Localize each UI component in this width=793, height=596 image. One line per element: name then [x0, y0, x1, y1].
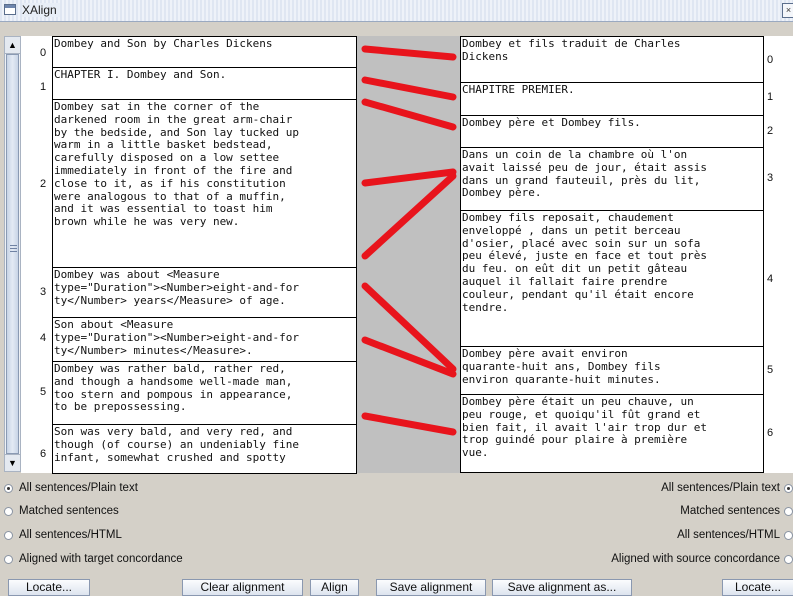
alignment-link-0-0[interactable] [361, 45, 457, 61]
locate-source-button[interactable]: Locate... [8, 579, 90, 596]
target-sentence-6[interactable]: Dombey père était un peu chauve, un peu … [460, 394, 764, 473]
source-index: 4 [40, 332, 47, 344]
target-index: 3 [767, 172, 774, 184]
radio-selected-icon[interactable] [4, 483, 13, 493]
source-index: 0 [40, 47, 47, 59]
scroll-down-icon[interactable]: ▼ [5, 454, 20, 471]
target-index: 6 [767, 427, 774, 439]
source-index: 6 [40, 448, 47, 460]
target-option-all-html[interactable]: All sentences/HTML [677, 529, 793, 541]
alignment-link-2-4[interactable] [361, 172, 457, 260]
source-sentence-6[interactable]: Son was very bald, and very red, and tho… [52, 424, 357, 474]
save-alignment-button[interactable]: Save alignment [376, 579, 486, 596]
target-option-matched[interactable]: Matched sentences [680, 505, 793, 517]
source-sentence-5[interactable]: Dombey was rather bald, rather red, and … [52, 361, 357, 425]
target-index: 1 [767, 91, 774, 103]
alignment-link-5-6[interactable] [361, 412, 457, 436]
radio-icon[interactable] [784, 506, 793, 516]
source-option-all-plain[interactable]: All sentences/Plain text [4, 482, 138, 494]
source-index: 3 [40, 286, 47, 298]
source-index: 2 [40, 178, 47, 190]
alignment-link-area[interactable] [357, 36, 460, 473]
target-text-pane: Dombey et fils traduit de Charles Dicken… [460, 36, 764, 473]
target-sentence-1[interactable]: CHAPITRE PREMIER. [460, 82, 764, 116]
source-sentence-0[interactable]: Dombey and Son by Charles Dickens [52, 36, 357, 68]
source-index: 1 [40, 81, 47, 93]
alignment-links [361, 45, 457, 436]
source-index: 5 [40, 386, 47, 398]
close-window-icon[interactable]: × [782, 3, 793, 18]
vertical-scrollbar[interactable]: ▲ ▼ [4, 36, 21, 472]
radio-icon[interactable] [784, 554, 793, 564]
radio-selected-icon[interactable] [784, 483, 793, 493]
radio-icon[interactable] [4, 554, 13, 564]
scroll-thumb[interactable] [6, 54, 19, 454]
window-app-icon [4, 4, 16, 15]
radio-icon[interactable] [4, 530, 13, 540]
clear-alignment-button[interactable]: Clear alignment [182, 579, 303, 596]
alignment-link-1-1[interactable] [361, 76, 457, 101]
window-title: XAlign [22, 3, 60, 17]
scroll-grip-icon [10, 245, 17, 252]
target-index: 4 [767, 273, 774, 285]
alignment-link-1-2[interactable] [361, 98, 457, 131]
alignment-link-2-3[interactable] [361, 168, 457, 187]
source-option-aligned-concordance[interactable]: Aligned with target concordance [4, 553, 183, 565]
source-option-matched[interactable]: Matched sentences [4, 505, 119, 517]
radio-icon[interactable] [4, 506, 13, 516]
locate-target-button[interactable]: Locate... [722, 579, 793, 596]
target-sentence-2[interactable]: Dombey père et Dombey fils. [460, 115, 764, 148]
source-option-all-html[interactable]: All sentences/HTML [4, 529, 122, 541]
target-sentence-0[interactable]: Dombey et fils traduit de Charles Dicken… [460, 36, 764, 83]
source-number-gutter: 0 1 2 3 4 5 6 [21, 36, 53, 473]
target-index: 5 [767, 364, 774, 376]
source-sentence-3[interactable]: Dombey was about <Measure type="Duration… [52, 267, 357, 318]
source-text-pane: Dombey and Son by Charles Dickens CHAPTE… [52, 36, 357, 474]
radio-icon[interactable] [784, 530, 793, 540]
target-sentence-4[interactable]: Dombey fils reposait, chaudement envelop… [460, 210, 764, 347]
save-alignment-as-button[interactable]: Save alignment as... [492, 579, 632, 596]
target-sentence-3[interactable]: Dans un coin de la chambre où l'on avait… [460, 147, 764, 211]
align-button[interactable]: Align [310, 579, 359, 596]
source-sentence-4[interactable]: Son about <Measure type="Duration"><Numb… [52, 317, 357, 362]
source-sentence-2[interactable]: Dombey sat in the corner of the darkened… [52, 99, 357, 268]
target-option-aligned-concordance[interactable]: Aligned with source concordance [611, 553, 793, 565]
target-option-all-plain[interactable]: All sentences/Plain text [661, 482, 793, 494]
source-sentence-1[interactable]: CHAPTER I. Dombey and Son. [52, 67, 357, 100]
scroll-up-icon[interactable]: ▲ [5, 37, 20, 54]
target-index: 2 [767, 125, 774, 137]
title-bar: XAlign × [0, 0, 793, 22]
target-index: 0 [767, 54, 774, 66]
target-number-gutter: 0 1 2 3 4 5 6 [764, 36, 793, 473]
target-sentence-5[interactable]: Dombey père avait environ quarante-huit … [460, 346, 764, 395]
